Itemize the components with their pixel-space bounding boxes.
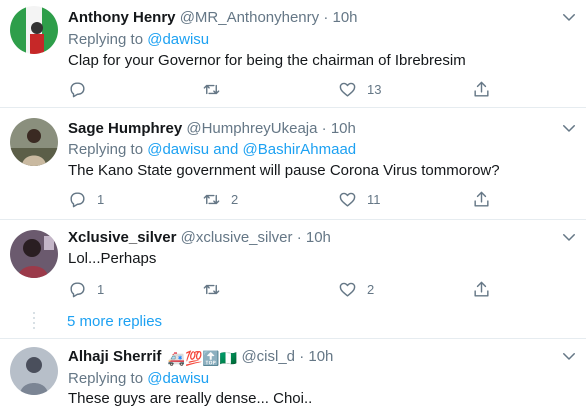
tweet-header: Anthony Henry @MR_Anthonyhenry · 10h: [68, 8, 358, 28]
tweet-actions: 1 2: [68, 279, 568, 299]
tweet-actions: 13: [68, 79, 568, 99]
timestamp[interactable]: 10h: [331, 120, 356, 137]
separator-dot: ·: [321, 120, 327, 137]
avatar[interactable]: [10, 230, 58, 278]
share-button[interactable]: [472, 189, 491, 209]
separator-dot: ·: [299, 348, 305, 365]
display-name[interactable]: Anthony Henry: [68, 9, 176, 26]
retweet-button[interactable]: 2: [202, 189, 238, 209]
chevron-down-icon[interactable]: [560, 347, 578, 365]
share-icon: [474, 81, 489, 97]
share-button[interactable]: [472, 279, 491, 299]
share-button[interactable]: [472, 79, 491, 99]
display-name[interactable]: Sage Humphrey: [68, 120, 182, 137]
reply-button[interactable]: [68, 79, 97, 99]
like-count: 2: [367, 281, 375, 297]
replying-to-link[interactable]: @dawisu: [147, 370, 209, 387]
reply-icon: [70, 81, 85, 97]
replying-to: Replying to @dawisu: [68, 30, 209, 50]
avatar[interactable]: [10, 118, 58, 166]
timestamp[interactable]: 10h: [308, 348, 333, 365]
tweet-anthony-henry[interactable]: Anthony Henry @MR_Anthonyhenry · 10h Rep…: [0, 0, 586, 106]
tweet-alhaji-sherrif[interactable]: Alhaji Sherrif 🚑💯🔝🇳🇬 @cisl_d · 10h Reply…: [0, 339, 586, 414]
tweet-header: Sage Humphrey @HumphreyUkeaja · 10h: [68, 119, 356, 139]
retweet-icon: [203, 284, 220, 294]
reply-icon: [70, 281, 85, 297]
like-button[interactable]: 2: [338, 279, 374, 299]
avatar[interactable]: [10, 6, 58, 54]
replying-to-prefix: Replying to: [68, 31, 148, 48]
share-icon: [474, 191, 489, 207]
tweet-sage-humphrey[interactable]: Sage Humphrey @HumphreyUkeaja · 10h Repl…: [0, 108, 586, 218]
timestamp[interactable]: 10h: [333, 9, 358, 26]
replying-to: Replying to @dawisu and @BashirAhmaad: [68, 140, 356, 160]
like-icon: [339, 192, 356, 207]
name-emoji-badges: 🚑💯🔝🇳🇬: [167, 350, 238, 366]
tweet-actions: 1 2 11: [68, 189, 568, 209]
replying-to-prefix: Replying to: [68, 370, 148, 387]
retweet-button[interactable]: [202, 279, 231, 299]
like-count: 11: [367, 191, 381, 207]
user-handle[interactable]: @HumphreyUkeaja: [186, 120, 317, 137]
separator-dot: ·: [296, 229, 302, 246]
chevron-down-icon[interactable]: [560, 8, 578, 26]
like-button[interactable]: 13: [338, 79, 381, 99]
chevron-down-icon[interactable]: [560, 228, 578, 246]
user-handle[interactable]: @MR_Anthonyhenry: [180, 9, 319, 26]
like-count: 13: [367, 81, 382, 97]
replying-to-prefix: Replying to: [68, 141, 148, 158]
tweet-header: Alhaji Sherrif 🚑💯🔝🇳🇬 @cisl_d · 10h: [68, 347, 333, 368]
retweet-button[interactable]: [202, 79, 231, 99]
retweet-icon: [203, 194, 220, 204]
thread-connector: [33, 312, 36, 332]
replying-to-link[interactable]: @dawisu: [147, 141, 209, 158]
tweet-xclusive-silver[interactable]: Xclusive_silver @xclusive_silver · 10h L…: [0, 220, 586, 308]
share-icon: [474, 281, 489, 297]
user-handle[interactable]: @cisl_d: [241, 348, 295, 365]
avatar[interactable]: [10, 347, 58, 395]
tweet-text: The Kano State government will pause Cor…: [68, 162, 500, 179]
reply-button[interactable]: 1: [68, 279, 104, 299]
like-icon: [339, 282, 356, 297]
reply-icon: [70, 191, 85, 207]
tweet-header: Xclusive_silver @xclusive_silver · 10h: [68, 228, 331, 248]
chevron-down-icon[interactable]: [560, 119, 578, 137]
replying-to-link[interactable]: @dawisu: [147, 31, 209, 48]
like-button[interactable]: 11: [338, 189, 381, 209]
tweet-text: Clap for your Governor for being the cha…: [68, 52, 466, 69]
replying-to-conjunction[interactable]: and: [209, 141, 242, 158]
user-handle[interactable]: @xclusive_silver: [181, 229, 293, 246]
replying-to-link-2[interactable]: @BashirAhmaad: [243, 141, 357, 158]
display-name[interactable]: Xclusive_silver: [68, 229, 176, 246]
retweet-icon: [203, 84, 220, 94]
replying-to: Replying to @dawisu: [68, 369, 209, 389]
reply-count: 1: [97, 281, 105, 297]
tweet-text: These guys are really dense... Choi..: [68, 390, 313, 407]
separator-dot: ·: [323, 9, 329, 26]
retweet-count: 2: [231, 191, 239, 207]
reply-count: 1: [97, 191, 105, 207]
reply-button[interactable]: 1: [68, 189, 104, 209]
like-icon: [339, 82, 356, 97]
display-name[interactable]: Alhaji Sherrif: [68, 348, 161, 365]
timestamp[interactable]: 10h: [306, 229, 331, 246]
more-replies-link[interactable]: 5 more replies: [67, 312, 162, 332]
tweet-text: Lol...Perhaps: [68, 250, 157, 267]
